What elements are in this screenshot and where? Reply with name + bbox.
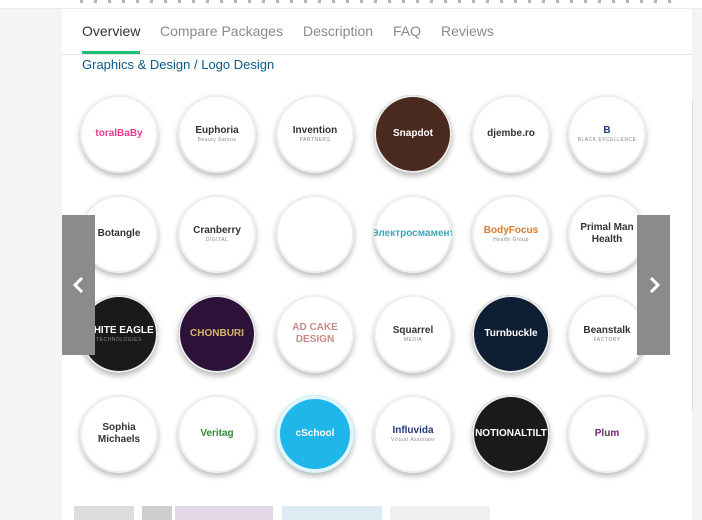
logo-name: Influvida [392, 424, 434, 436]
thumbnail[interactable] [74, 506, 134, 520]
logo-name: Primal Man Health [580, 222, 634, 245]
logo-thumbnail[interactable]: Turnbuckle [472, 295, 550, 373]
top-strip-dots [80, 0, 680, 3]
logo-name: Veritag [200, 428, 234, 439]
logo-thumbnail[interactable]: AD CAKE DESIGN [276, 295, 354, 373]
tab-description[interactable]: Description [303, 23, 373, 39]
logo-name: Cranberry [193, 224, 241, 236]
tab-compare-packages[interactable]: Compare Packages [160, 23, 283, 39]
logo-name: Squarrel [392, 324, 434, 336]
logo-thumbnail[interactable]: Beanstalk FACTORY [568, 295, 646, 373]
logo-thumbnail[interactable]: CHONBURI [178, 295, 256, 373]
logo-name: Botangle [97, 228, 141, 239]
logo-thumbnail[interactable]: Snapdot [374, 95, 452, 173]
tab-bar: Overview Compare Packages Description FA… [62, 9, 692, 55]
logo-thumbnail[interactable]: djembe.ro [472, 95, 550, 173]
thumbnail-strip [62, 506, 692, 520]
gig-gallery-panel: Overview Compare Packages Description FA… [62, 9, 692, 520]
logo-subtitle: PARTNERS [299, 136, 331, 143]
prev-slide-button[interactable] [62, 215, 95, 355]
logo-name: BodyFocus [483, 224, 539, 236]
logo-name: NOTIONALTILT [475, 428, 547, 439]
logo-thumbnail[interactable] [276, 195, 354, 273]
active-tab-indicator [82, 51, 140, 54]
sidebar-edge [692, 100, 702, 410]
breadcrumb[interactable]: Graphics & Design / Logo Design [82, 57, 274, 72]
logo-thumbnail[interactable]: Primal Man Health [568, 195, 646, 273]
tab-reviews[interactable]: Reviews [441, 23, 494, 39]
logo-name: Beanstalk [583, 324, 631, 336]
logo-name: CHONBURI [190, 328, 244, 339]
logo-thumbnail[interactable]: Invention PARTNERS [276, 95, 354, 173]
logo-subtitle: BLACK EXCELLENCE [577, 136, 637, 143]
thumbnail[interactable] [175, 506, 273, 520]
tab-faq[interactable]: FAQ [393, 23, 421, 39]
thumbnail[interactable] [142, 506, 172, 520]
logo-subtitle: TECHNOLOGIES [96, 336, 142, 343]
logo-subtitle: FACTORY [593, 336, 621, 343]
logo-subtitle: MEDIA [403, 336, 423, 343]
logo-name: Sophia Michaels [97, 422, 141, 445]
logo-thumbnail[interactable]: NOTIONALTILT [472, 395, 550, 473]
logo-thumbnail[interactable]: B BLACK EXCELLENCE [568, 95, 646, 173]
logo-thumbnail[interactable]: Plum [568, 395, 646, 473]
logo-name: Turnbuckle [484, 328, 538, 339]
logo-name: Электросмамент [374, 228, 452, 239]
gallery: toralBaBy Euphoria Beauty Salons Invention P… [62, 87, 692, 507]
top-strip [0, 0, 702, 9]
logo-name: djembe.ro [487, 128, 535, 139]
logo-name: AD CAKE DESIGN [292, 322, 338, 345]
logo-thumbnail[interactable]: BodyFocus Health Group [472, 195, 550, 273]
logo-thumbnail[interactable]: toralBaBy [80, 95, 158, 173]
thumbnail[interactable] [390, 506, 490, 520]
logo-thumbnail[interactable]: Euphoria Beauty Salons [178, 95, 256, 173]
chevron-right-icon [649, 276, 660, 294]
logo-thumbnail[interactable]: Veritag [178, 395, 256, 473]
logo-name: Snapdot [393, 128, 433, 139]
logo-name: cSchool [295, 428, 335, 439]
next-slide-button[interactable] [637, 215, 670, 355]
logo-name: B [603, 124, 611, 136]
chevron-left-icon [72, 276, 83, 294]
logo-thumbnail[interactable]: Influvida Virtual Assistant [374, 395, 452, 473]
thumbnail[interactable] [282, 506, 382, 520]
logo-subtitle: DIGITAL [205, 236, 229, 243]
logo-subtitle: Beauty Salons [197, 136, 237, 143]
logo-name: Euphoria [195, 124, 239, 136]
tab-overview[interactable]: Overview [82, 23, 140, 39]
logo-thumbnail[interactable]: Squarrel MEDIA [374, 295, 452, 373]
logo-name: toralBaBy [95, 128, 143, 139]
logo-thumbnail[interactable]: Cranberry DIGITAL [178, 195, 256, 273]
logo-subtitle: Health Group [493, 236, 529, 243]
logo-name: Invention [292, 124, 338, 136]
logo-name: Plum [594, 428, 620, 439]
logo-subtitle: Virtual Assistant [391, 436, 435, 443]
logo-thumbnail[interactable]: Электросмамент [374, 195, 452, 273]
logo-thumbnail[interactable]: cSchool [276, 395, 354, 473]
logo-thumbnail[interactable]: Sophia Michaels [80, 395, 158, 473]
